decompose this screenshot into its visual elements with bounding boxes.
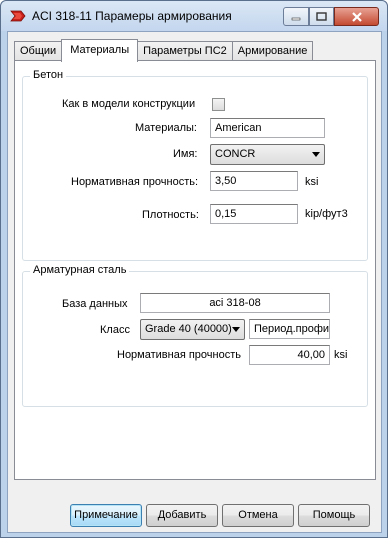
cancel-button[interactable]: Отмена: [222, 504, 294, 527]
database-label: База данных: [62, 298, 128, 310]
tab-general[interactable]: Общии: [14, 41, 63, 61]
minimize-icon: [291, 17, 301, 20]
add-button[interactable]: Добавить: [146, 504, 218, 527]
database-field[interactable]: aci 318-08: [140, 293, 330, 313]
close-button[interactable]: [334, 7, 379, 26]
materials-label: Материалы:: [135, 122, 197, 134]
same-as-model-checkbox[interactable]: [212, 98, 225, 111]
concrete-strength-unit: ksi: [305, 176, 319, 188]
maximize-icon: [316, 12, 327, 21]
name-select-value: CONCR: [215, 148, 256, 160]
concrete-group: Бетон Как в модели конструкции Материалы…: [22, 69, 368, 261]
name-label: Имя:: [173, 148, 198, 160]
rebar-legend: Арматурная сталь: [30, 264, 130, 276]
close-icon: [351, 11, 362, 22]
note-button[interactable]: Примечание: [70, 504, 142, 527]
concrete-strength-label: Нормативная прочность:: [71, 176, 199, 188]
chevron-down-icon: [312, 152, 320, 157]
dialog-client: Общии Материалы Параметры ПС2 Армировани…: [7, 31, 382, 533]
same-as-model-label: Как в модели конструкции: [62, 98, 196, 110]
app-icon: [10, 10, 26, 22]
materials-panel: Бетон Как в модели конструкции Материалы…: [14, 60, 376, 480]
density-unit: kip/фут3: [305, 208, 348, 220]
rebar-group: Арматурная сталь База данных aci 318-08 …: [22, 264, 368, 407]
class-select[interactable]: Grade 40 (40000): [140, 319, 245, 340]
help-button[interactable]: Помощь: [298, 504, 370, 527]
tab-materials[interactable]: Материалы: [61, 39, 139, 62]
density-label: Плотность:: [142, 209, 199, 221]
concrete-strength-field[interactable]: 3,50: [210, 171, 298, 191]
rebar-strength-label: Нормативная прочность: [117, 349, 241, 361]
title-bar[interactable]: ACI 318-11 Парамеры армирования: [1, 1, 387, 31]
class-label: Класс: [100, 324, 130, 336]
window-title: ACI 318-11 Парамеры армирования: [32, 9, 232, 23]
class-select-value: Grade 40 (40000): [145, 323, 232, 335]
maximize-button[interactable]: [309, 7, 334, 26]
dialog-window: ACI 318-11 Парамеры армирования Общии Ма…: [0, 0, 388, 538]
rebar-strength-field[interactable]: 40,00: [249, 345, 330, 365]
name-select[interactable]: CONCR: [210, 144, 325, 165]
tab-sls-params[interactable]: Параметры ПС2: [137, 41, 233, 61]
rebar-strength-unit: ksi: [334, 349, 348, 361]
materials-field[interactable]: American: [210, 118, 325, 138]
chevron-down-icon: [232, 327, 240, 332]
density-field[interactable]: 0,15: [210, 204, 298, 224]
profile-field[interactable]: Период.профиль: [249, 319, 330, 339]
tab-strip: Общии Материалы Параметры ПС2 Армировани…: [14, 39, 314, 62]
tab-reinforcement[interactable]: Армирование: [231, 41, 314, 61]
minimize-button[interactable]: [283, 7, 309, 26]
concrete-legend: Бетон: [30, 69, 67, 81]
